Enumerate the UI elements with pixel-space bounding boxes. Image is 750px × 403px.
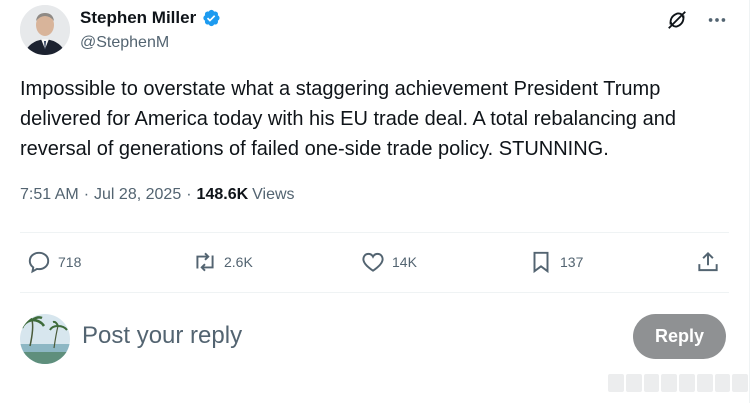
tweet-actions: 718 2.6K 14K 137 xyxy=(20,246,730,278)
divider xyxy=(20,292,729,293)
reply-submit-button[interactable]: Reply xyxy=(633,314,726,359)
author-handle[interactable]: @StephenM xyxy=(80,34,221,52)
author-avatar[interactable] xyxy=(20,5,70,55)
repost-count: 2.6K xyxy=(224,254,253,270)
reply-input[interactable]: Post your reply xyxy=(82,322,242,350)
views-count[interactable]: 148.6K xyxy=(197,186,249,204)
like-button[interactable]: 14K xyxy=(360,246,417,278)
more-icon[interactable] xyxy=(705,8,729,32)
tweet-text: Impossible to overstate what a staggerin… xyxy=(20,78,676,160)
repost-button[interactable]: 2.6K xyxy=(192,246,253,278)
bookmark-button[interactable]: 137 xyxy=(528,246,583,278)
tweet-meta: 7:51 AM · Jul 28, 2025 · 148.6K Views xyxy=(20,186,295,204)
meta-separator: · xyxy=(83,186,90,203)
bookmark-icon xyxy=(533,251,549,274)
divider xyxy=(20,232,729,233)
grok-icon[interactable] xyxy=(665,8,689,32)
repost-icon xyxy=(196,252,214,272)
bookmark-count: 137 xyxy=(560,254,584,270)
tweet-time[interactable]: 7:51 AM xyxy=(20,186,79,204)
reply-button[interactable]: 718 xyxy=(26,246,81,278)
tweet-header-actions xyxy=(665,8,729,32)
tweet-date[interactable]: Jul 28, 2025 xyxy=(94,186,181,204)
watermark xyxy=(608,374,748,392)
share-icon xyxy=(698,251,718,272)
like-icon xyxy=(362,252,384,272)
share-button[interactable] xyxy=(695,246,721,278)
verified-badge-icon xyxy=(201,8,221,28)
views-label[interactable]: Views xyxy=(252,186,294,204)
reply-composer: Post your reply Reply xyxy=(0,304,750,374)
reply-icon xyxy=(28,251,50,274)
meta-separator: · xyxy=(186,186,192,203)
author-name[interactable]: Stephen Miller xyxy=(80,8,196,28)
reply-count: 718 xyxy=(58,254,82,270)
user-avatar[interactable] xyxy=(20,314,70,364)
tweet-card: Stephen Miller @StephenM Impossible to o… xyxy=(0,0,750,403)
like-count: 14K xyxy=(392,254,417,270)
author-info: Stephen Miller @StephenM xyxy=(80,7,221,52)
